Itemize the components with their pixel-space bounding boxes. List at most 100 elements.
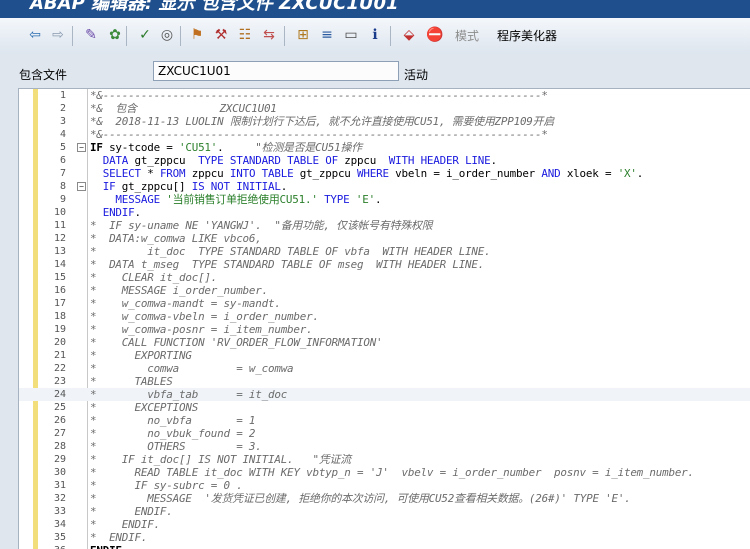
include-name-field[interactable]: ZXCUC1U01 (153, 61, 399, 81)
code-line[interactable]: 35 * ENDIF. (19, 531, 750, 544)
code-line[interactable]: 26 * no_vbfa = 1 (19, 414, 750, 427)
pretty-printer-button[interactable]: 程序美化器 (497, 27, 557, 44)
line-number: 15 (53, 272, 66, 283)
line-number: 11 (53, 220, 66, 231)
code-text: MESSAGE '当前销售订单拒绝使用CU51.' TYPE 'E'. (90, 193, 382, 206)
window-title: ABAP 编辑器: 显示 包含文件 ZXCUC1U01 (30, 0, 399, 14)
hierarchy-icon[interactable]: ⊞ (292, 25, 314, 45)
code-line[interactable]: 20 * CALL FUNCTION 'RV_ORDER_FLOW_INFORMA… (19, 336, 750, 349)
code-text: * ENDIF. (90, 505, 173, 518)
code-line[interactable]: 29 * IF it_doc[] IS NOT INITIAL. "凭证流 (19, 453, 750, 466)
code-text: * CLEAR it_doc[]. (90, 271, 218, 284)
line-number: 18 (53, 311, 66, 322)
navigate-icon[interactable]: ⇆ (258, 25, 280, 45)
code-text: * OTHERS = 3. (90, 440, 262, 453)
code-line[interactable]: 21 * EXPORTING (19, 349, 750, 362)
code-line[interactable]: 36 ENDIF. (19, 544, 750, 549)
test-icon[interactable]: ⚑ (186, 25, 208, 45)
window-icon[interactable]: ▭ (340, 25, 362, 45)
code-line[interactable]: 18 * w_comwa-vbeln = i_order_number. (19, 310, 750, 323)
line-number: 21 (53, 350, 66, 361)
active-inactive-icon[interactable]: ✿ (104, 25, 126, 45)
code-line[interactable]: 17 * w_comwa-mandt = sy-mandt. (19, 297, 750, 310)
pattern-icon[interactable]: ⬙ (398, 25, 420, 45)
code-text: * DATA t_mseg TYPE STANDARD TABLE OF mse… (90, 258, 485, 271)
code-line[interactable]: 16 * MESSAGE i_order_number. (19, 284, 750, 297)
code-editor[interactable]: 1 *&-------------------------------------… (18, 88, 750, 549)
code-line[interactable]: 5 − IF sy-tcode = 'CU51'. "检测是否是CU51操作 (19, 141, 750, 154)
code-line[interactable]: 2 *& 包含 ZXCUC1U01 (19, 102, 750, 115)
code-line[interactable]: 33 * ENDIF. (19, 505, 750, 518)
code-line[interactable]: 1 *&-------------------------------------… (19, 89, 750, 102)
stop-icon[interactable]: ⛔ (424, 25, 446, 45)
code-line[interactable]: 19 * w_comwa-posnr = i_item_number. (19, 323, 750, 336)
code-text: * no_vbfa = 1 (90, 414, 256, 427)
code-text: * TABLES (90, 375, 173, 388)
code-line[interactable]: 27 * no_vbuk_found = 2 (19, 427, 750, 440)
code-text: *& 包含 ZXCUC1U01 (90, 102, 277, 115)
display-change-icon[interactable]: ✎ (80, 25, 102, 45)
code-text: * w_comwa-posnr = i_item_number. (90, 323, 313, 336)
code-line[interactable]: 14 * DATA t_mseg TYPE STANDARD TABLE OF m… (19, 258, 750, 271)
code-text: * EXPORTING (90, 349, 192, 362)
code-text: * it_doc TYPE STANDARD TABLE OF vbfa WIT… (90, 245, 491, 258)
code-text: *&--------------------------------------… (90, 89, 548, 102)
code-text: * ENDIF. (90, 531, 148, 544)
line-number: 35 (53, 532, 66, 543)
check-icon[interactable]: ✓ (134, 25, 156, 45)
code-text: * IF sy-uname NE 'YANGWJ'. "备用功能, 仅该帐号有特… (90, 219, 433, 232)
line-number: 17 (53, 298, 66, 309)
code-line[interactable]: 24 * vbfa_tab = it_doc (19, 388, 750, 401)
where-used-icon[interactable]: ⚒ (210, 25, 232, 45)
status-label: 活动 (404, 68, 429, 82)
code-line[interactable]: 15 * CLEAR it_doc[]. (19, 271, 750, 284)
code-line[interactable]: 7 SELECT * FROM zppcu INTO TABLE gt_zppc… (19, 167, 750, 180)
application-toolbar: ⇦ ⇨ ✎ ✿ ✓ ◎ ⚑ ⚒ ☷ ⇆ ⊞ ≡ ▭ ℹ ⬙ ⛔ 模式 程序美化器 (0, 18, 750, 55)
code-line[interactable]: 25 * EXCEPTIONS (19, 401, 750, 414)
code-line[interactable]: 13 * it_doc TYPE STANDARD TABLE OF vbfa W… (19, 245, 750, 258)
line-number: 13 (53, 246, 66, 257)
code-line[interactable]: 12 * DATA:w_comwa LIKE vbco6, (19, 232, 750, 245)
info-icon[interactable]: ℹ (364, 25, 386, 45)
line-number: 27 (53, 428, 66, 439)
forward-icon[interactable]: ⇨ (47, 25, 69, 45)
code-line[interactable]: 30 * READ TABLE it_doc WITH KEY vbtyp_n =… (19, 466, 750, 479)
code-line[interactable]: 34 * ENDIF. (19, 518, 750, 531)
line-number: 32 (53, 493, 66, 504)
line-number: 26 (53, 415, 66, 426)
include-field-row: 包含文件 ZXCUC1U01 活动 (0, 54, 750, 88)
code-text: * ENDIF. (90, 518, 160, 531)
window-title-bar: ABAP 编辑器: 显示 包含文件 ZXCUC1U01 (0, 0, 750, 18)
line-number: 2 (59, 103, 66, 114)
code-line[interactable]: 3 *& 2018-11-13 LUOLIN 限制计划行下达后, 就不允许直接使用… (19, 115, 750, 128)
code-line[interactable]: 8 − IF gt_zppcu[] IS NOT INITIAL. (19, 180, 750, 193)
code-line[interactable]: 31 * IF sy-subrc = 0 . (19, 479, 750, 492)
code-line[interactable]: 6 DATA gt_zppcu TYPE STANDARD TABLE OF z… (19, 154, 750, 167)
code-text: *& 2018-11-13 LUOLIN 限制计划行下达后, 就不允许直接使用C… (90, 115, 555, 128)
code-line[interactable]: 10 ENDIF. (19, 206, 750, 219)
code-line[interactable]: 9 MESSAGE '当前销售订单拒绝使用CU51.' TYPE 'E'. (19, 193, 750, 206)
code-text: SELECT * FROM zppcu INTO TABLE gt_zppcu … (90, 167, 644, 180)
fold-toggle-icon[interactable]: − (77, 182, 86, 191)
code-text: ENDIF. (90, 206, 141, 219)
line-number: 23 (53, 376, 66, 387)
pretty-print-icon[interactable]: ≡ (316, 25, 338, 45)
code-text: * w_comwa-vbeln = i_order_number. (90, 310, 319, 323)
line-number: 4 (59, 129, 66, 140)
back-icon[interactable]: ⇦ (24, 25, 46, 45)
line-number: 14 (53, 259, 66, 270)
display-object-list-icon[interactable]: ☷ (234, 25, 256, 45)
activate-icon[interactable]: ◎ (156, 25, 178, 45)
fold-toggle-icon[interactable]: − (77, 143, 86, 152)
mode-button[interactable]: 模式 (455, 27, 479, 44)
line-number: 31 (53, 480, 66, 491)
code-line[interactable]: 11 * IF sy-uname NE 'YANGWJ'. "备用功能, 仅该帐号… (19, 219, 750, 232)
code-text: * w_comwa-mandt = sy-mandt. (90, 297, 281, 310)
code-text: * DATA:w_comwa LIKE vbco6, (90, 232, 262, 245)
code-line[interactable]: 28 * OTHERS = 3. (19, 440, 750, 453)
code-line[interactable]: 23 * TABLES (19, 375, 750, 388)
code-line[interactable]: 32 * MESSAGE '发货凭证已创建, 拒绝你的本次访问, 可使用CU52查… (19, 492, 750, 505)
code-line[interactable]: 4 *&-------------------------------------… (19, 128, 750, 141)
line-number: 5 (59, 142, 66, 153)
code-line[interactable]: 22 * comwa = w_comwa (19, 362, 750, 375)
